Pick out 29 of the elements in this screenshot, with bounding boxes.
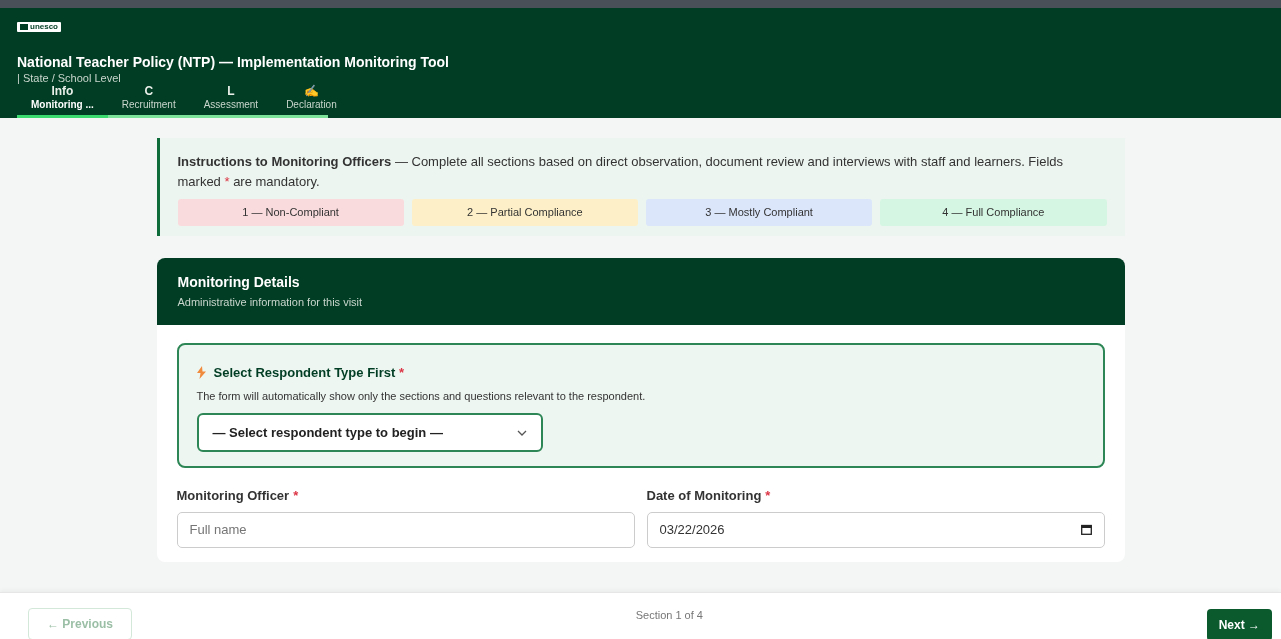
tab[interactable]: L Assessment — [189, 83, 273, 118]
respondent-hint: The form will automatically show only the sections and questions relevant to the respondent. — [196, 389, 647, 405]
compliance-level: 3 — Mostly Compliant — [646, 199, 873, 226]
lightning-icon — [196, 366, 206, 380]
required-mark: * — [293, 487, 299, 506]
section-indicator: Section 1 of 4 — [635, 608, 703, 623]
text-field[interactable]: Full name — [176, 511, 635, 548]
app-title: National Teacher Policy (NTP) — Implementation Monitoring Tool — [17, 52, 450, 72]
tab[interactable]: C Recruitment — [107, 83, 190, 118]
next-button[interactable]: Next → — [1206, 609, 1272, 639]
logo: unesco — [17, 22, 61, 32]
compliance-level: 1 — Non-Compliant — [177, 199, 404, 226]
card-subtitle: Administrative information for this visit — [177, 295, 364, 311]
chevron-icon — [516, 429, 527, 436]
date-field[interactable]: 03/22/2026 — [646, 511, 1105, 548]
instructions-text: Instructions to Monitoring Officers — Complete all sections based on direct observation, document review and interviews with staff and learners. Fields marked * are mandatory. — [177, 153, 1065, 191]
required-mark: * — [398, 364, 404, 380]
app-subtitle: | State / School Level — [17, 72, 122, 84]
respondent-select[interactable]: — Select respondent type to begin — — [196, 412, 543, 453]
card-title: Monitoring Details — [177, 273, 301, 291]
field-label: Date of Monitoring — [646, 487, 762, 506]
compliance-level: 2 — Partial Compliance — [411, 199, 638, 226]
required-mark: * — [765, 487, 771, 506]
calendar-icon — [1080, 524, 1092, 536]
tab[interactable]: Info Monitoring ... — [17, 83, 108, 118]
respondent-title: Select Respondent Type First * — [213, 364, 404, 381]
tab[interactable]: ✍ Declaration — [272, 83, 351, 118]
field-label: Monitoring Officer — [176, 487, 290, 506]
compliance-level: 4 — Full Compliance — [880, 199, 1107, 226]
